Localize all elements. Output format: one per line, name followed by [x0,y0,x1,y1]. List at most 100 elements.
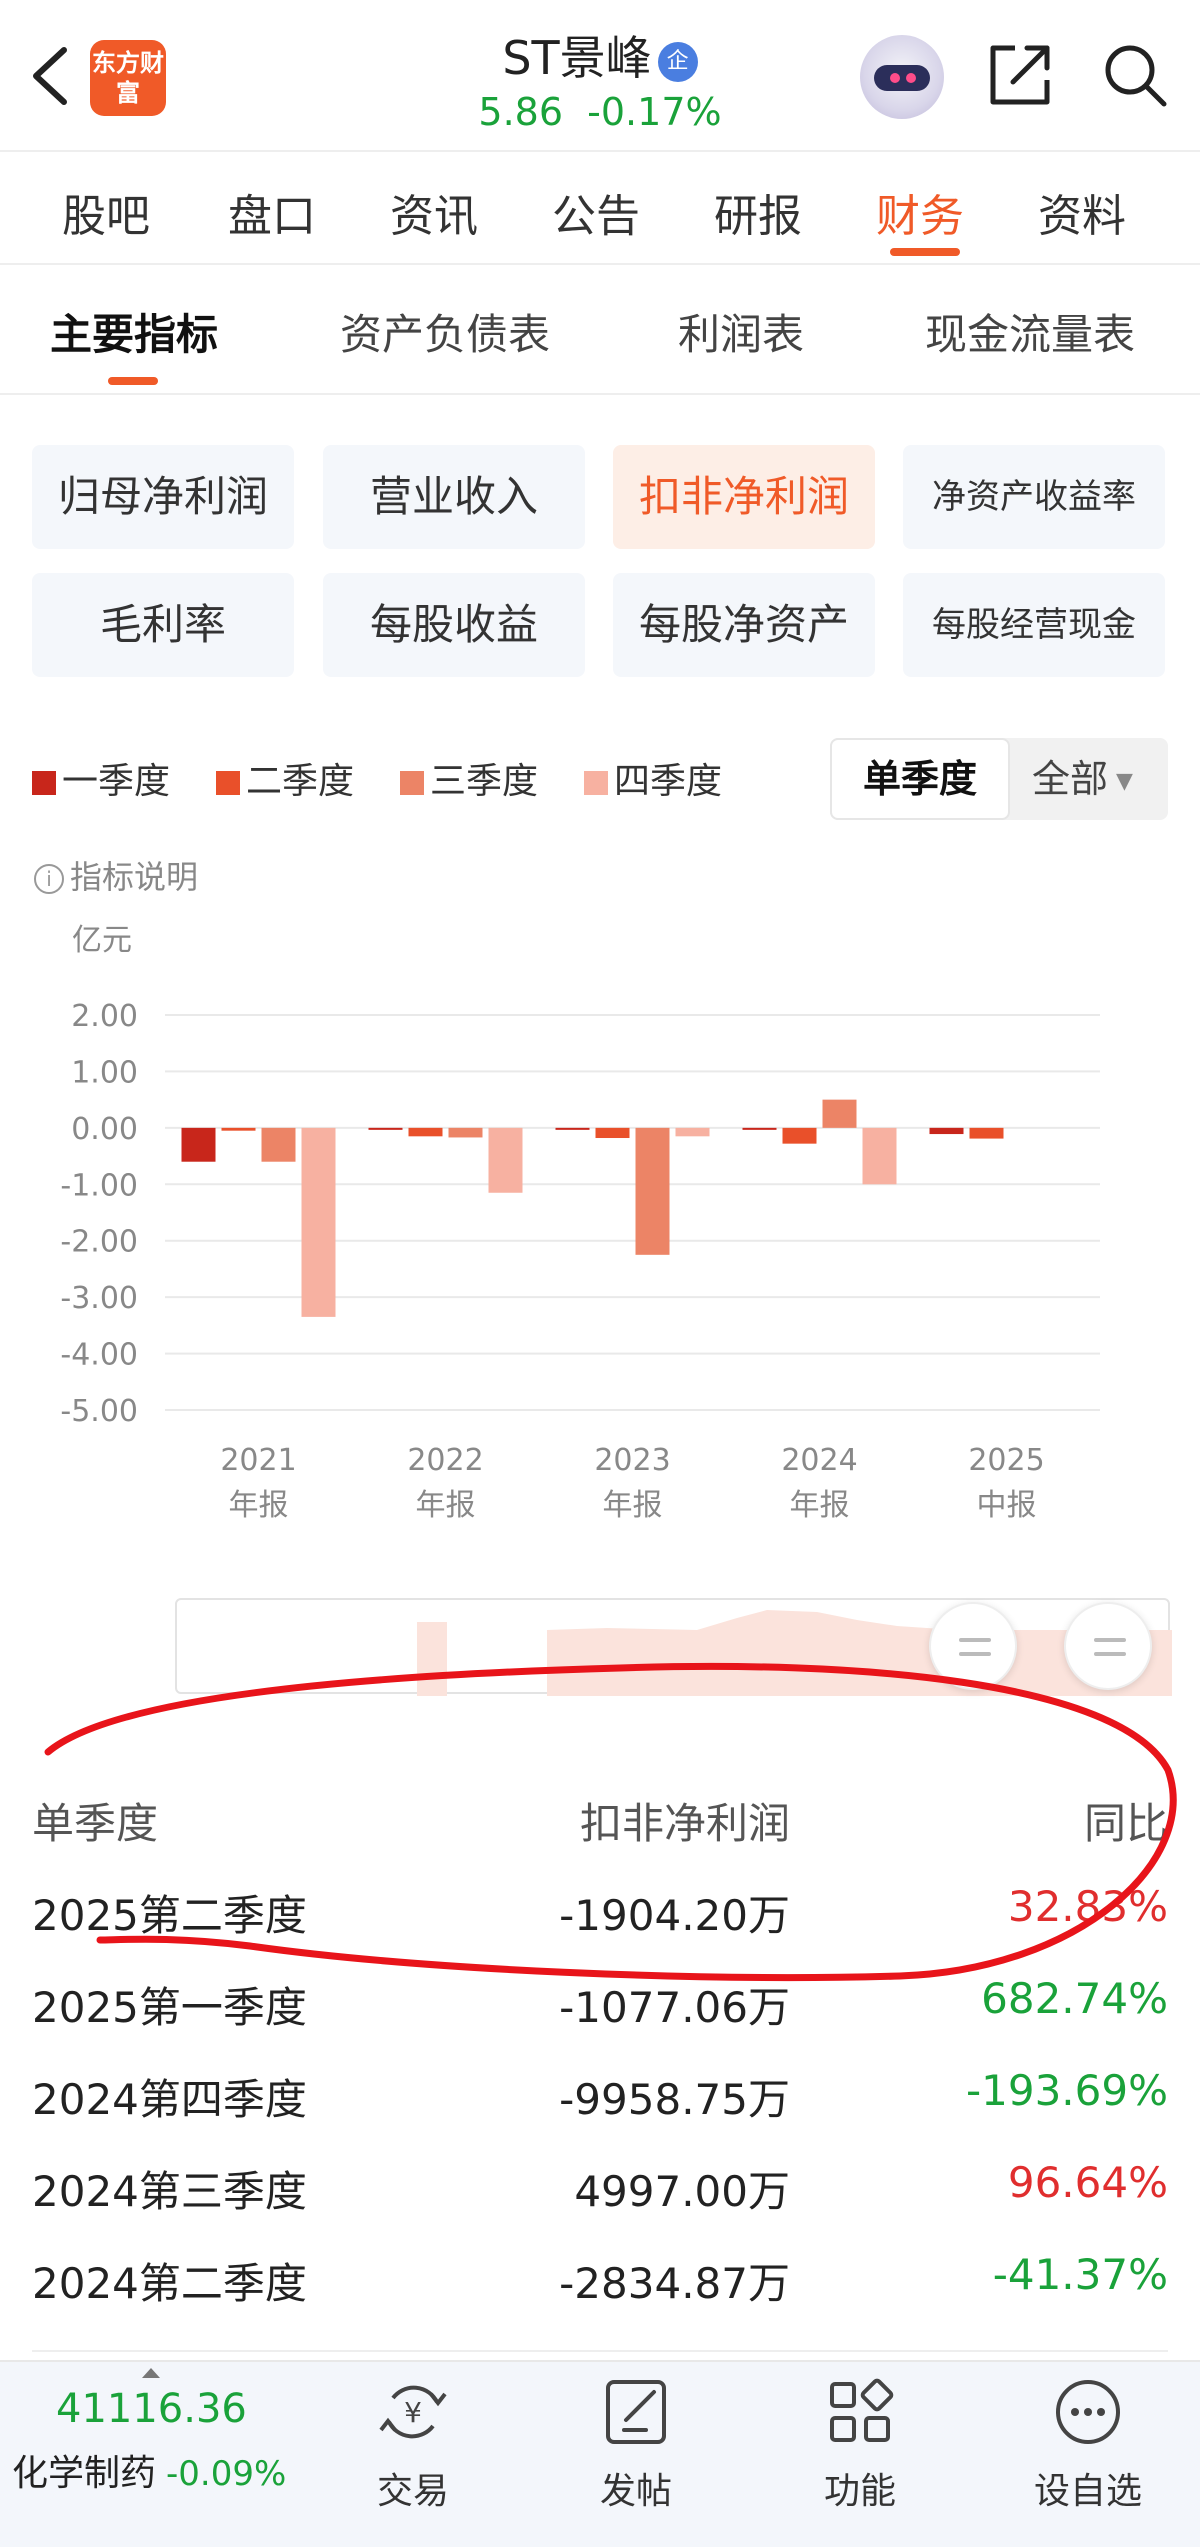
tab-announcements[interactable]: 公告 [552,180,640,244]
share-icon[interactable] [985,40,1055,110]
nav-post[interactable]: 发帖 [556,2372,716,2514]
bar-2-3 [782,1127,817,1144]
x-tick-label-year: 2022 [407,1443,483,1478]
stock-price: 5.86 [478,90,563,134]
legend-swatch [32,771,56,795]
x-tick-label-period: 年报 [229,1488,289,1523]
bar-1-3 [742,1127,777,1130]
tab-finance[interactable]: 财务 [876,180,964,244]
table-row[interactable]: 2024第三季度 4997.00万 96.64% [0,2140,1200,2232]
metric-eps[interactable]: 每股收益 [323,573,585,677]
y-tick-label: -2.00 [60,1225,138,1260]
table-yoy: 682.74% [981,1974,1168,2023]
bar-1-0 [181,1127,216,1162]
subtab-cash-flow[interactable]: 现金流量表 [925,301,1135,362]
y-tick-label: -5.00 [60,1394,138,1429]
bar-3-3 [822,1099,857,1128]
y-tick-label: -1.00 [60,1168,138,1203]
col-value-header: 扣非净利润 [579,1799,790,1848]
y-tick-label: 1.00 [71,1055,138,1090]
bar-3-2 [635,1127,670,1255]
sector-index-value[interactable]: 41116.36 [56,2386,247,2432]
table-row[interactable]: 2025第二季度 -1904.20万 32.83% [0,1864,1200,1956]
nav-trade[interactable]: ¥ 交易 [333,2372,493,2514]
sector-index[interactable]: 化学制药 -0.09% [12,2444,286,2496]
tab-pankou[interactable]: 盘口 [228,180,316,244]
y-tick-label: -3.00 [60,1281,138,1316]
tab-profile[interactable]: 资料 [1038,180,1126,244]
deducted-net-profit-chart: 亿元 2.00 1.00 0.00 -1.00 -2.00 -3.00 -4.00 -5.00 2… [60,923,1100,1523]
x-tick-label-period: 年报 [790,1488,850,1523]
metric-bps[interactable]: 每股净资产 [613,573,875,677]
finance-subtabs: 主要指标 资产负债表 利润表 现金流量表 [0,265,1200,395]
grid-icon [830,2378,894,2442]
search-icon[interactable] [1100,40,1170,110]
main-tabs: 股吧 盘口 资讯 公告 研报 财务 资料 [0,150,1200,265]
col-yoy-header: 同比 [1083,1799,1168,1848]
metric-net-profit-parent[interactable]: 归母净利润 [32,445,294,549]
range-preview [417,1610,1172,1696]
subtab-key-indicators[interactable]: 主要指标 [50,301,218,362]
table-value: -1904.20万 [559,1891,790,1940]
legend-q1[interactable]: 一季度 [32,752,170,804]
stock-change-pct: -0.17% [587,90,722,134]
chart-range-slider[interactable] [175,1598,1172,1696]
metric-roe[interactable]: 净资产收益率 [903,445,1165,549]
bar-2-2 [595,1127,630,1139]
info-icon: i [34,864,64,894]
nav-add-watchlist[interactable]: 设自选 [1008,2372,1168,2514]
bar-2-1 [408,1127,443,1137]
table-period: 2024第二季度 [32,2259,307,2308]
stock-name-text: ST景峰 [502,31,652,85]
metric-operating-cash-per-share[interactable]: 每股经营现金 [903,573,1165,677]
more-icon [1056,2380,1120,2444]
metric-revenue[interactable]: 营业收入 [323,445,585,549]
enterprise-badge-icon: 企 [657,42,698,82]
header: 东方财富 ST景峰企 5.86 -0.17% [0,0,1200,150]
table-row[interactable]: 2025第一季度 -1077.06万 682.74% [0,1956,1200,2048]
ai-assistant-icon[interactable] [860,35,944,119]
bar-1-4 [929,1127,964,1135]
table-period: 2025第二季度 [32,1891,307,1940]
tab-guba[interactable]: 股吧 [62,180,150,244]
bar-1-1 [368,1127,403,1130]
y-tick-label: -4.00 [60,1338,138,1373]
legend-q4[interactable]: 四季度 [584,752,722,804]
x-tick-label-period: 年报 [603,1488,663,1523]
col-period-header: 单季度 [32,1799,159,1848]
legend-q2[interactable]: 二季度 [216,752,354,804]
x-tick-label-period: 中报 [977,1488,1037,1523]
all-periods-dropdown[interactable]: 全部 ▼ [1012,738,1168,820]
tab-research[interactable]: 研报 [714,180,802,244]
bar-2-0 [221,1127,256,1131]
indicator-explanation-link[interactable]: i 指标说明 [34,852,198,898]
table-row[interactable]: 2024第二季度 -2834.87万 -41.37% [0,2232,1200,2324]
metric-gross-margin[interactable]: 毛利率 [32,573,294,677]
nav-functions[interactable]: 功能 [780,2372,940,2514]
single-quarter-button[interactable]: 单季度 [830,738,1010,820]
x-tick-label-year: 2024 [781,1443,857,1478]
metric-deducted-net-profit[interactable]: 扣非净利润 [613,445,875,549]
caret-up-icon [142,2368,160,2378]
y-axis-unit: 亿元 [72,923,132,958]
x-tick-label-year: 2023 [594,1443,670,1478]
bar-3-1 [448,1127,483,1138]
subtab-balance-sheet[interactable]: 资产负债表 [340,301,550,362]
footer-divider [32,2350,1168,2352]
table-period: 2024第四季度 [32,2075,307,2124]
range-handle-right[interactable] [1064,1602,1152,1690]
legend-swatch [216,771,240,795]
table-row[interactable]: 2024第四季度 -9958.75万 -193.69% [0,2048,1200,2140]
bar-1-2 [555,1127,590,1130]
active-tab-indicator [890,248,960,256]
table-yoy: 32.83% [1007,1882,1168,1931]
bottom-nav: 41116.36 化学制药 -0.09% ¥ 交易 发帖 功能 设自选 [0,2360,1200,2547]
subtab-income-statement[interactable]: 利润表 [678,301,804,362]
table-yoy: -193.69% [965,2066,1168,2115]
active-subtab-indicator [108,377,158,385]
legend-q3[interactable]: 三季度 [400,752,538,804]
legend-swatch [400,771,424,795]
tab-news[interactable]: 资讯 [390,180,478,244]
legend-swatch [584,771,608,795]
range-handle-left[interactable] [929,1602,1017,1690]
